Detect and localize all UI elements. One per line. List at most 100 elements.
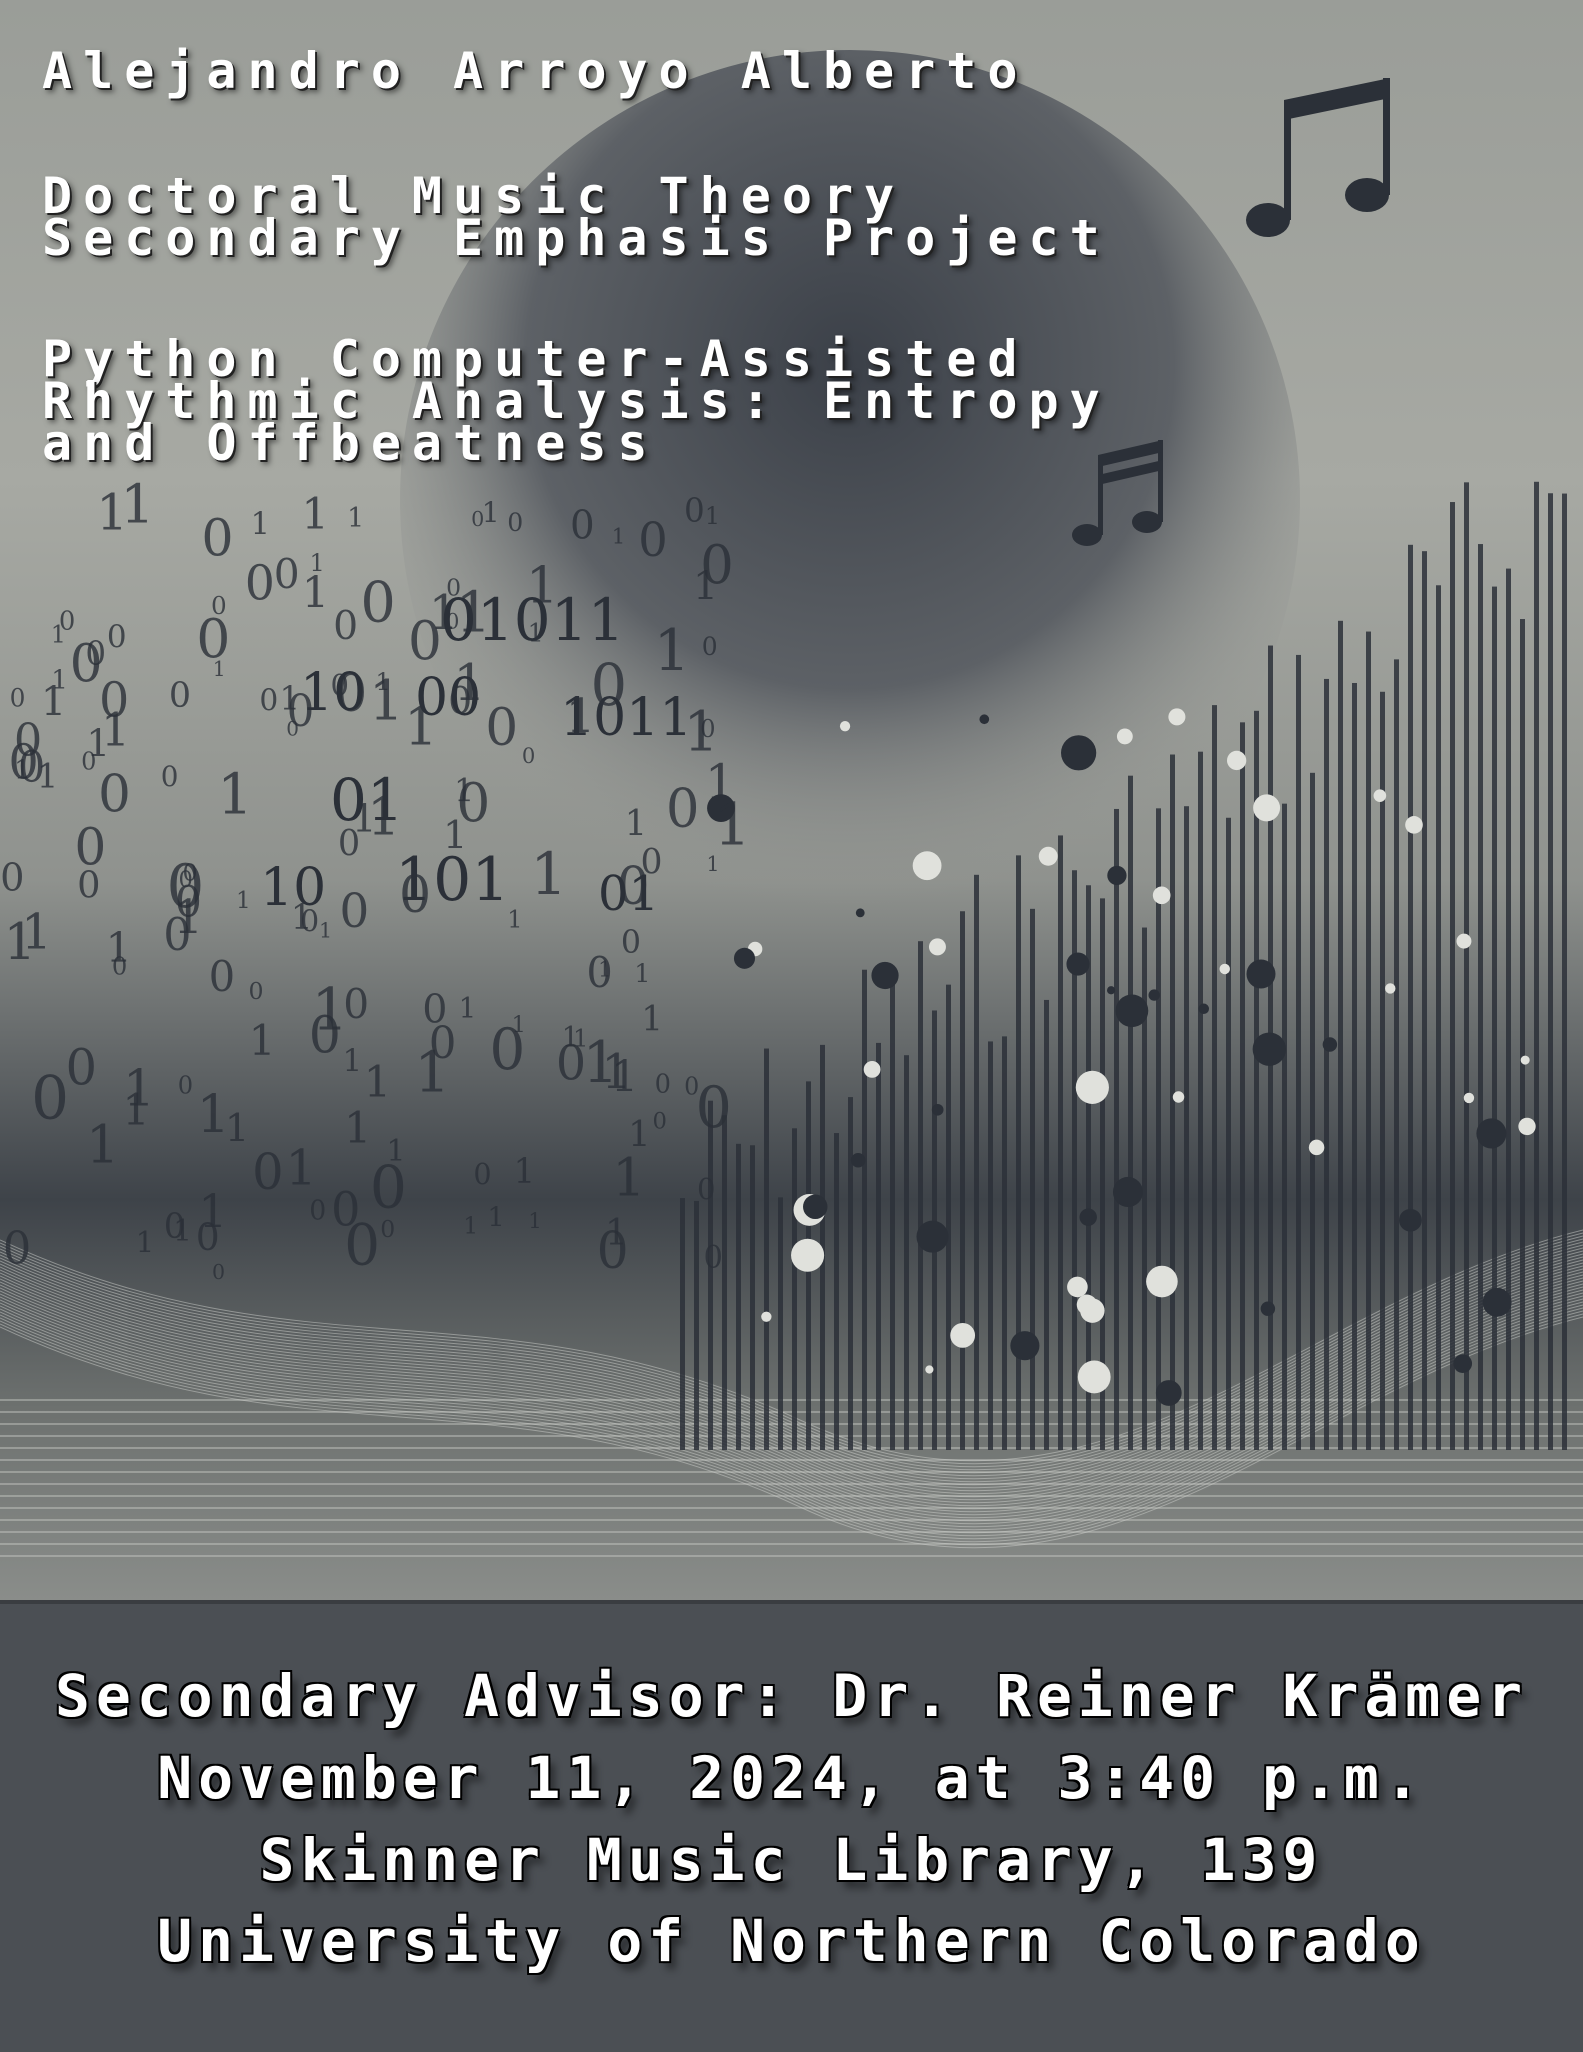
svg-text:0: 0 — [456, 771, 490, 834]
institution-line: University of Northern Colorado — [157, 1907, 1426, 1975]
svg-text:0: 0 — [178, 1071, 193, 1099]
svg-text:1: 1 — [14, 755, 30, 785]
svg-text:0: 0 — [99, 673, 129, 728]
svg-text:1: 1 — [463, 1212, 478, 1240]
svg-text:0: 0 — [408, 609, 442, 672]
svg-text:1: 1 — [51, 666, 68, 696]
svg-text:0: 0 — [248, 977, 263, 1005]
svg-text:0: 0 — [666, 779, 700, 840]
svg-text:0: 0 — [169, 676, 191, 716]
svg-text:1: 1 — [654, 617, 691, 684]
svg-text:01: 01 — [330, 766, 404, 834]
svg-text:1: 1 — [286, 1140, 317, 1197]
svg-text:1: 1 — [249, 1016, 276, 1065]
svg-text:0: 0 — [621, 925, 641, 961]
svg-text:0: 0 — [489, 1017, 525, 1083]
svg-text:0: 0 — [85, 634, 106, 672]
svg-text:1: 1 — [347, 503, 364, 534]
svg-text:1: 1 — [705, 502, 720, 530]
svg-text:1: 1 — [482, 496, 500, 529]
svg-text:1: 1 — [634, 959, 650, 989]
svg-text:0: 0 — [360, 571, 395, 636]
svg-text:1: 1 — [364, 1058, 392, 1108]
svg-text:1: 1 — [714, 791, 751, 859]
svg-text:0: 0 — [700, 714, 715, 743]
svg-text:0: 0 — [164, 1207, 186, 1247]
advisor-line: Secondary Advisor: Dr. Reiner Krämer — [54, 1662, 1529, 1730]
svg-text:0: 0 — [507, 508, 523, 537]
svg-text:1: 1 — [582, 1030, 618, 1096]
svg-text:0: 0 — [697, 1172, 716, 1206]
svg-text:1: 1 — [625, 803, 647, 844]
svg-text:0: 0 — [10, 683, 26, 712]
svg-text:1: 1 — [310, 549, 325, 577]
svg-text:1: 1 — [706, 852, 719, 876]
svg-text:0: 0 — [209, 952, 236, 1001]
svg-text:01: 01 — [598, 866, 659, 922]
location-line: Skinner Music Library, 139 — [259, 1826, 1324, 1894]
svg-text:0: 0 — [343, 981, 369, 1029]
svg-text:1: 1 — [123, 1058, 155, 1117]
svg-text:0: 0 — [166, 853, 204, 922]
svg-text:1: 1 — [197, 1084, 230, 1145]
svg-text:0: 0 — [429, 1019, 457, 1069]
svg-text:0: 0 — [331, 1182, 361, 1236]
svg-text:0: 0 — [703, 1241, 722, 1276]
svg-text:1: 1 — [301, 490, 329, 540]
svg-text:0: 0 — [309, 1196, 326, 1227]
svg-text:1: 1 — [136, 1225, 155, 1259]
svg-text:1: 1 — [598, 957, 611, 982]
svg-text:10: 10 — [300, 663, 366, 723]
svg-text:0: 0 — [212, 1260, 225, 1284]
svg-text:1: 1 — [386, 1134, 405, 1169]
svg-text:1: 1 — [612, 1148, 645, 1209]
svg-text:1: 1 — [612, 525, 626, 550]
svg-text:0: 0 — [98, 764, 131, 824]
datetime-line: November 11, 2024, at 3:40 p.m. — [157, 1744, 1426, 1812]
svg-text:1: 1 — [344, 1104, 371, 1154]
svg-text:10: 10 — [260, 858, 326, 918]
svg-text:0: 0 — [31, 1064, 69, 1133]
svg-text:0: 0 — [259, 683, 278, 718]
svg-text:0: 0 — [196, 607, 230, 670]
svg-text:1: 1 — [369, 670, 404, 734]
svg-text:0: 0 — [473, 1157, 491, 1191]
svg-text:1: 1 — [459, 992, 477, 1025]
svg-text:0: 0 — [252, 1143, 284, 1201]
svg-text:0: 0 — [161, 760, 179, 793]
svg-text:1: 1 — [605, 1211, 628, 1254]
svg-text:0: 0 — [3, 1222, 32, 1275]
svg-text:1: 1 — [51, 621, 66, 649]
svg-text:0: 0 — [684, 1073, 699, 1101]
svg-text:1: 1 — [343, 1043, 363, 1079]
svg-text:1: 1 — [4, 912, 36, 971]
svg-text:0: 0 — [653, 1109, 667, 1135]
event-details-panel: Secondary Advisor: Dr. Reiner Krämer Nov… — [0, 1600, 1583, 2052]
music-note-icon — [1246, 78, 1390, 237]
svg-text:101: 101 — [395, 845, 510, 915]
svg-text:00: 00 — [415, 668, 481, 728]
svg-text:0: 0 — [684, 491, 705, 529]
svg-text:0: 0 — [696, 1075, 732, 1141]
wave-lines — [0, 1229, 1583, 1557]
svg-text:0: 0 — [339, 884, 369, 939]
svg-text:01011: 01011 — [440, 586, 625, 654]
svg-text:1: 1 — [319, 919, 332, 943]
svg-text:1: 1 — [693, 564, 718, 610]
svg-text:1: 1 — [217, 763, 253, 828]
svg-text:0: 0 — [196, 1215, 220, 1259]
svg-text:0: 0 — [107, 619, 127, 655]
svg-text:0: 0 — [333, 604, 358, 649]
svg-text:1: 1 — [236, 888, 251, 914]
svg-text:1: 1 — [487, 1202, 504, 1233]
svg-text:0: 0 — [66, 1038, 98, 1096]
presenter-name: Alejandro Arroyo Alberto — [42, 42, 1029, 100]
svg-text:0: 0 — [245, 557, 275, 612]
svg-text:0: 0 — [522, 743, 535, 768]
svg-text:1: 1 — [514, 1152, 536, 1192]
svg-text:1: 1 — [251, 507, 270, 542]
svg-text:0: 0 — [655, 1069, 671, 1099]
svg-text:1011: 1011 — [560, 688, 692, 748]
svg-text:0: 0 — [638, 514, 668, 568]
svg-text:1: 1 — [528, 1209, 542, 1234]
